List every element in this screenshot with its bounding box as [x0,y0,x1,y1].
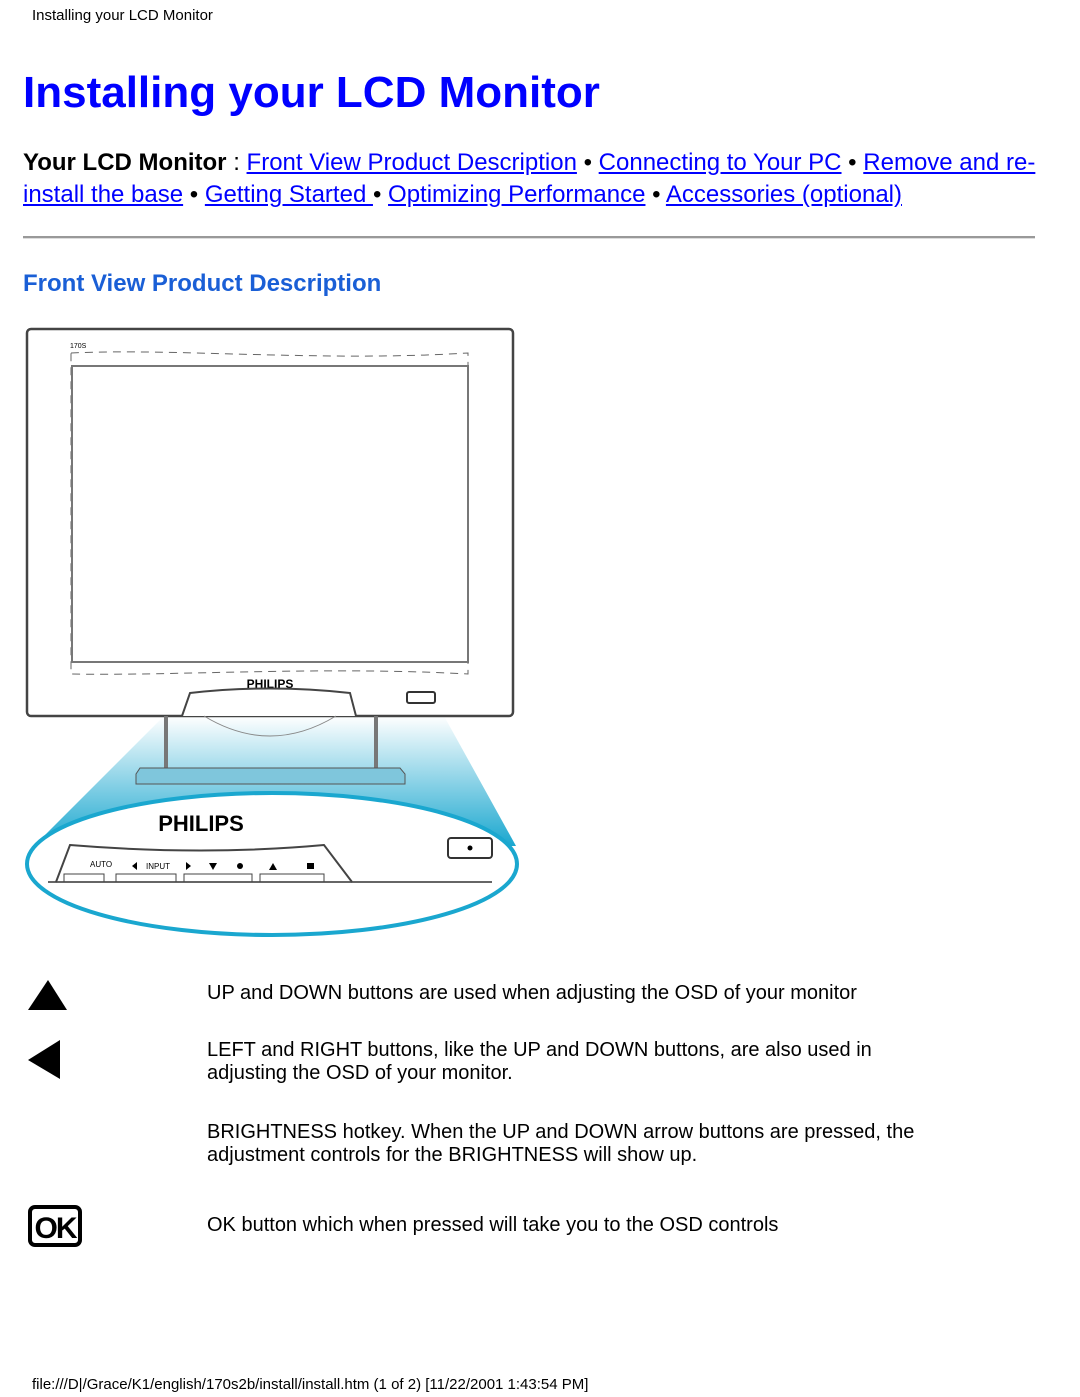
monitor-front-illustration: 170S PHILIPS PHILIPS AUTO INPUT [25,327,519,937]
philips-logo-zoomed: PHILIPS [158,811,244,836]
nav-bullet: • [183,181,205,208]
nav-link-accessories[interactable]: Accessories (optional) [666,181,902,208]
model-label: 170S [70,343,87,350]
page-footer: file:///D|/Grace/K1/english/170s2b/insta… [32,1376,589,1393]
page-title: Installing your LCD Monitor [23,68,600,117]
nav-link-optimizing[interactable]: Optimizing Performance [388,181,645,208]
row-up-down-text: UP and DOWN buttons are used when adjust… [207,982,857,1004]
nav-separator: : [226,149,247,176]
nav-link-getting-started[interactable]: Getting Started [205,181,373,208]
row-brightness-text: BRIGHTNESS hotkey. When the UP and DOWN … [207,1121,915,1166]
svg-text:OK: OK [35,1212,78,1245]
up-triangle-icon [28,980,67,1010]
nav-link-front-view[interactable]: Front View Product Description [247,149,577,176]
nav-bullet: • [645,181,666,208]
nav-label: Your LCD Monitor [23,149,227,176]
row-ok-text: OK button which when pressed will take y… [207,1214,779,1236]
row-left-right-text: LEFT and RIGHT buttons, like the UP and … [207,1039,872,1084]
browser-page-header: Installing your LCD Monitor [32,7,213,24]
input-button-label: INPUT [146,862,170,871]
nav-bullet: • [372,181,389,208]
power-button [406,691,436,704]
nav-bullet: • [841,149,864,176]
section-title: Front View Product Description [23,270,382,297]
nav-bullet: • [576,149,599,176]
section-nav: Your LCD Monitor : Front View Product De… [23,147,1043,211]
screen [71,365,469,663]
auto-button-label: AUTO [90,860,112,869]
ok-button-icon: OK [28,1205,82,1247]
left-triangle-icon [28,1040,60,1079]
stand-base [135,767,406,785]
divider [23,236,1035,239]
nav-link-connecting[interactable]: Connecting to Your PC [599,149,842,176]
